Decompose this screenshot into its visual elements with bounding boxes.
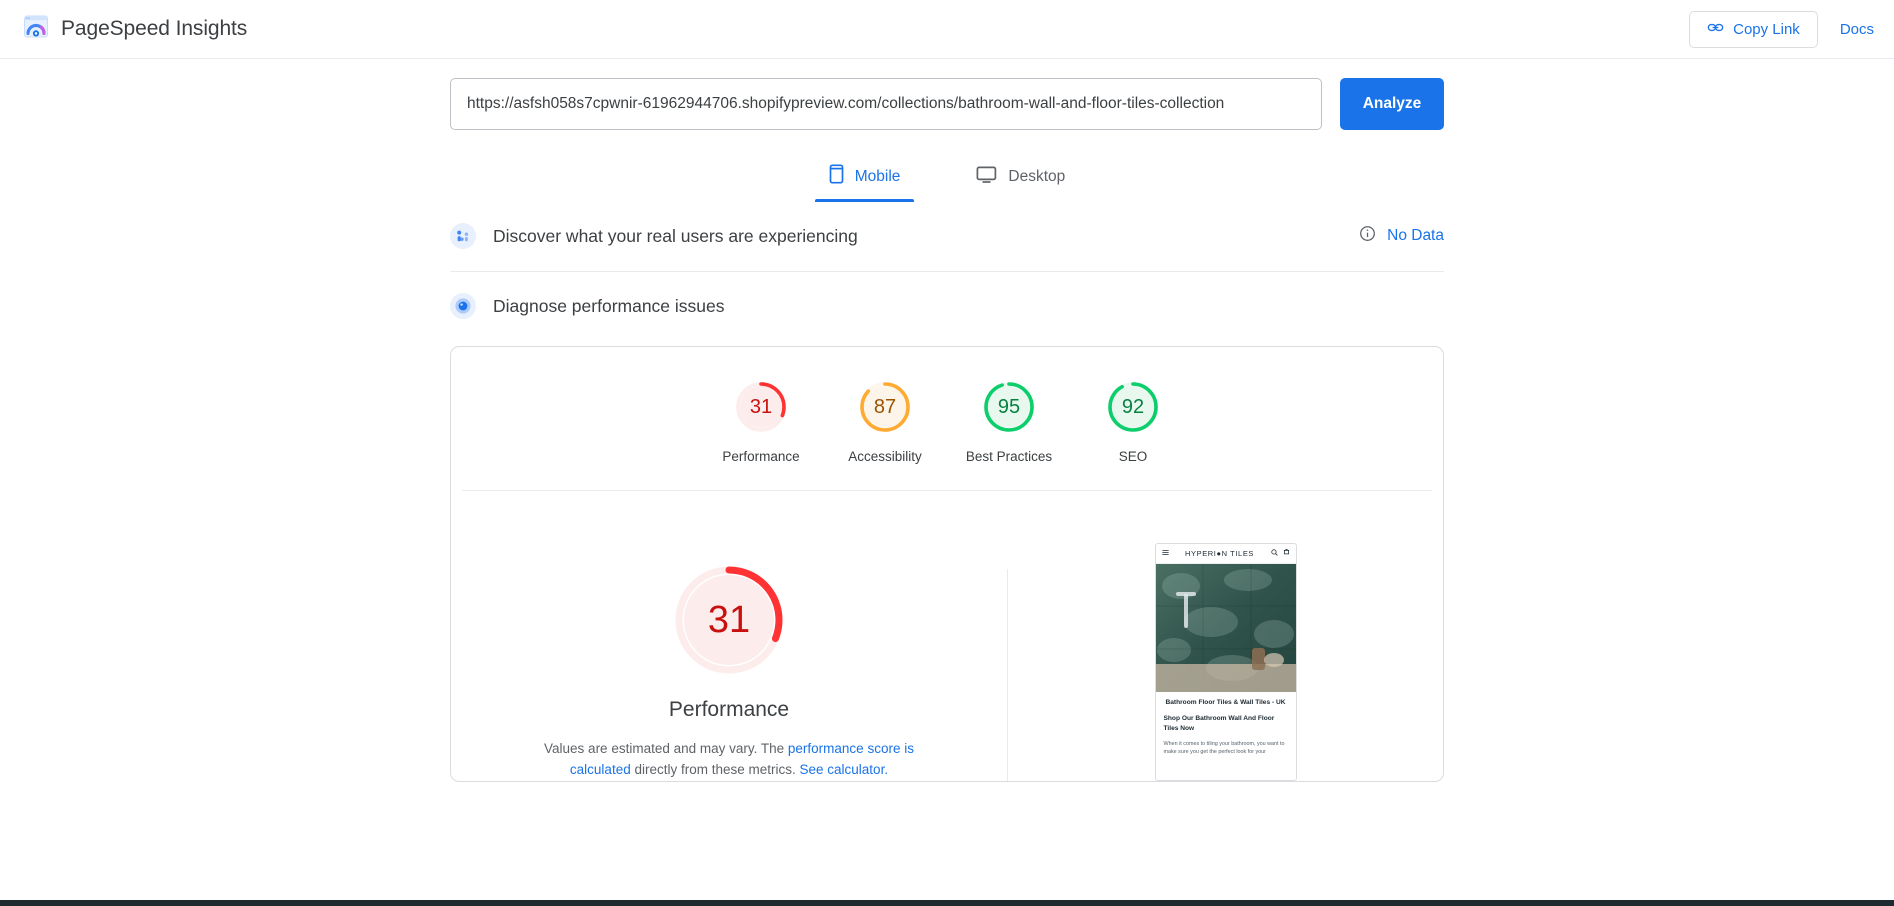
- score-label: Performance: [722, 449, 800, 464]
- score-gauge-seo[interactable]: 92 SEO: [1071, 380, 1195, 464]
- performance-description: Values are estimated and may vary. The p…: [514, 738, 944, 781]
- see-calculator-link[interactable]: See calculator.: [800, 762, 889, 777]
- score-value: 31: [749, 395, 773, 418]
- screenshot-store-header: HYPERI●N TILES: [1155, 544, 1296, 564]
- field-data-section: Discover what your real users are experi…: [450, 202, 1444, 272]
- lighthouse-icon: [450, 293, 476, 319]
- app-header: PageSpeed Insights Copy Link Docs: [0, 0, 1894, 59]
- content-column: Analyze Mobile: [450, 59, 1444, 782]
- score-value: 95: [997, 395, 1021, 418]
- performance-detail-block: 31 Performance Values are estimated and …: [451, 491, 1443, 781]
- score-value: 92: [1121, 395, 1145, 418]
- desc-text-2: directly from these metrics.: [630, 762, 800, 778]
- tab-mobile[interactable]: Mobile: [814, 154, 915, 202]
- gauge-ring: 31: [734, 380, 788, 434]
- desc-text-1: Values are estimated and may vary. The: [544, 741, 788, 756]
- field-data-status: No Data: [1359, 225, 1444, 247]
- performance-summary: 31 Performance Values are estimated and …: [451, 539, 1007, 781]
- screenshot-paragraph: When it comes to tiling your bathroom, y…: [1163, 740, 1285, 756]
- screenshot-heading: Bathroom Floor Tiles & Wall Tiles - UK: [1165, 699, 1286, 706]
- report-card: 31 Performance 87 Accessibility 95 Best …: [450, 346, 1444, 782]
- real-user-data-icon: [450, 223, 476, 249]
- hamburger-menu-icon: [1161, 549, 1169, 558]
- url-search-row: Analyze: [450, 78, 1444, 130]
- performance-score-label: Performance: [668, 698, 790, 721]
- score-label: Accessibility: [848, 449, 922, 464]
- gauge-ring: 92: [1106, 380, 1160, 434]
- mobile-phone-icon: [829, 164, 844, 189]
- page-screenshot-thumbnail: HYPERI●N TILES Bathroom Floor Tiles & Wa…: [1154, 543, 1297, 781]
- desktop-monitor-icon: [976, 164, 997, 189]
- no-data-label: No Data: [1387, 227, 1444, 244]
- shopping-cart-icon: [1283, 549, 1290, 558]
- header-actions: Copy Link Docs: [1689, 10, 1874, 48]
- page-body: Analyze Mobile: [0, 59, 1894, 782]
- lab-data-title: Diagnose performance issues: [493, 295, 725, 316]
- brand: PageSpeed Insights: [22, 13, 247, 46]
- analyze-button[interactable]: Analyze: [1340, 78, 1444, 130]
- score-gauge-accessibility[interactable]: 87 Accessibility: [823, 380, 947, 464]
- category-score-strip: 31 Performance 87 Accessibility 95 Best …: [462, 347, 1432, 491]
- tab-desktop-label: Desktop: [1008, 167, 1066, 185]
- score-label: SEO: [1118, 449, 1148, 464]
- app-title: PageSpeed Insights: [61, 17, 248, 40]
- lab-data-section: Diagnose performance issues: [450, 272, 1444, 341]
- link-chain-icon: [1707, 19, 1724, 40]
- score-label: Best Practices: [965, 449, 1053, 464]
- tab-desktop[interactable]: Desktop: [962, 154, 1079, 202]
- device-tabs: Mobile Desktop: [450, 154, 1444, 202]
- docs-link[interactable]: Docs: [1840, 21, 1874, 38]
- search-icon: [1270, 549, 1278, 558]
- big-gauge-ring: 31: [670, 561, 788, 679]
- copy-link-button[interactable]: Copy Link: [1689, 10, 1818, 48]
- performance-score-value: 31: [707, 598, 751, 641]
- tab-mobile-label: Mobile: [854, 167, 901, 185]
- url-input[interactable]: [450, 78, 1322, 130]
- score-gauge-performance[interactable]: 31 Performance: [699, 380, 823, 464]
- screenshot-hero-image: [1155, 564, 1296, 692]
- score-gauge-best-practices[interactable]: 95 Best Practices: [947, 380, 1071, 464]
- gauge-ring: 95: [982, 380, 1036, 434]
- screenshot-subheading: Shop Our Bathroom Wall And Floor Tiles N…: [1163, 715, 1275, 732]
- score-value: 87: [873, 395, 897, 418]
- gauge-ring: 87: [858, 380, 912, 434]
- copy-link-label: Copy Link: [1733, 20, 1800, 38]
- screenshot-store-name: HYPERI●N TILES: [1184, 549, 1255, 558]
- bottom-scrollbar[interactable]: [0, 900, 1894, 906]
- page-screenshot-panel: HYPERI●N TILES Bathroom Floor Tiles & Wa…: [1008, 539, 1443, 781]
- pagespeed-speedometer-icon: [22, 13, 50, 46]
- screenshot-text-block: Bathroom Floor Tiles & Wall Tiles - UK S…: [1156, 692, 1296, 766]
- field-data-title: Discover what your real users are experi…: [493, 225, 858, 246]
- info-circle-icon[interactable]: [1359, 225, 1376, 247]
